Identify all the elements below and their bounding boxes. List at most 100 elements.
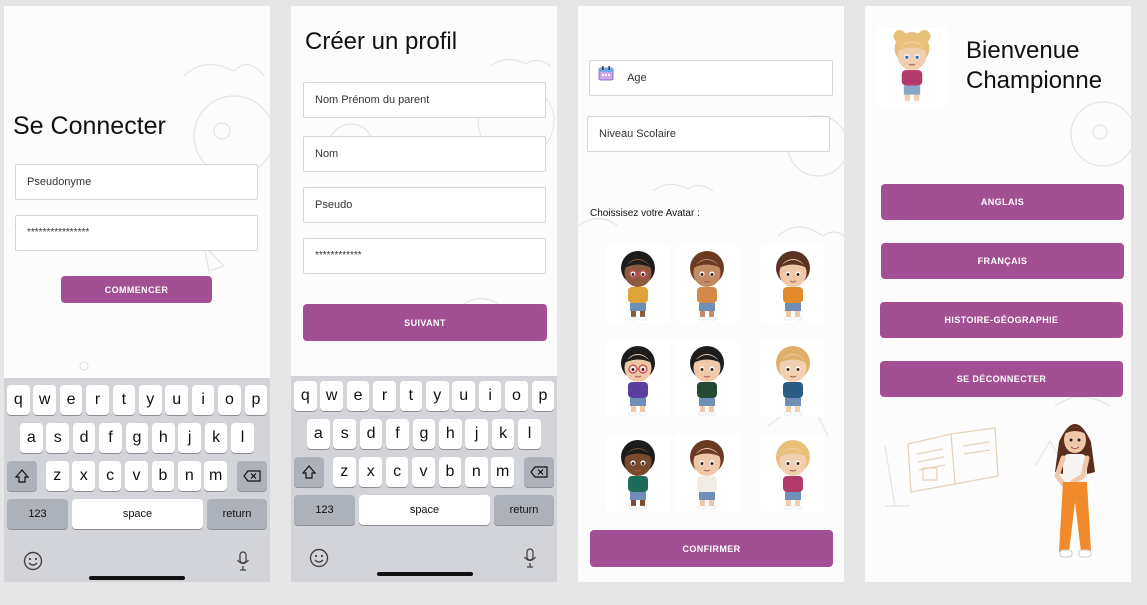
key-p[interactable]: p: [531, 381, 555, 411]
key-i[interactable]: i: [478, 381, 502, 411]
key-r[interactable]: r: [86, 385, 109, 415]
backspace-key[interactable]: [524, 457, 554, 487]
key-s[interactable]: s: [333, 419, 356, 449]
key-q[interactable]: q: [7, 385, 30, 415]
key-v[interactable]: v: [125, 461, 148, 491]
key-h[interactable]: h: [152, 423, 175, 453]
numbers-key[interactable]: 123: [294, 495, 355, 525]
key-i[interactable]: i: [191, 385, 215, 415]
password-field[interactable]: ************: [303, 238, 546, 274]
subject-button-histoire-geographie[interactable]: HISTOIRE-GÉOGRAPHIE: [880, 302, 1123, 338]
avatar-selection-screen: Age Niveau Scolaire Choissisez votre Ava…: [578, 6, 844, 582]
key-h[interactable]: h: [439, 419, 462, 449]
return-key[interactable]: return: [207, 499, 267, 529]
pseudo-input[interactable]: Pseudonyme: [15, 164, 258, 200]
key-j[interactable]: j: [465, 419, 488, 449]
name-input[interactable]: Nom: [303, 136, 546, 172]
key-y[interactable]: y: [426, 381, 449, 411]
next-button[interactable]: SUIVANT: [303, 304, 547, 341]
choose-avatar-label: Choissisez votre Avatar :: [590, 208, 700, 219]
logout-button[interactable]: SE DÉCONNECTER: [880, 361, 1123, 397]
avatar-option[interactable]: [675, 341, 739, 417]
avatar-option[interactable]: [761, 341, 825, 417]
avatar-option[interactable]: [606, 435, 670, 511]
key-l[interactable]: l: [231, 423, 254, 453]
key-f[interactable]: f: [386, 419, 409, 449]
key-g[interactable]: g: [125, 423, 149, 453]
key-f[interactable]: f: [99, 423, 122, 453]
key-k[interactable]: k: [204, 423, 228, 453]
backspace-key[interactable]: [237, 461, 267, 491]
key-e[interactable]: e: [59, 385, 83, 415]
avatar-option[interactable]: [761, 246, 825, 322]
key-a[interactable]: a: [307, 419, 330, 449]
key-j[interactable]: j: [178, 423, 201, 453]
key-o[interactable]: o: [505, 381, 528, 411]
subject-button-anglais[interactable]: ANGLAIS: [881, 184, 1124, 220]
key-p[interactable]: p: [244, 385, 268, 415]
key-z[interactable]: z: [333, 457, 356, 487]
emoji-icon[interactable]: [22, 550, 44, 572]
key-k[interactable]: k: [491, 419, 515, 449]
page-title: Se Connecter: [13, 112, 166, 140]
key-e[interactable]: e: [346, 381, 370, 411]
key-t[interactable]: t: [399, 381, 423, 411]
key-n[interactable]: n: [178, 461, 201, 491]
key-b[interactable]: b: [438, 457, 462, 487]
age-input[interactable]: Age: [589, 60, 833, 96]
key-d[interactable]: d: [359, 419, 383, 449]
subject-button-francais[interactable]: FRANÇAIS: [881, 243, 1124, 279]
key-v[interactable]: v: [412, 457, 435, 487]
key-m[interactable]: m: [204, 461, 227, 491]
key-c[interactable]: c: [385, 457, 409, 487]
school-level-input[interactable]: Niveau Scolaire: [587, 116, 830, 152]
key-o[interactable]: o: [218, 385, 241, 415]
key-n[interactable]: n: [465, 457, 488, 487]
key-l[interactable]: l: [518, 419, 541, 449]
microphone-icon[interactable]: [232, 550, 254, 572]
pseudo-input[interactable]: Pseudo: [303, 187, 546, 223]
start-button[interactable]: COMMENCER: [61, 276, 212, 303]
user-avatar: [877, 28, 947, 106]
mascot-girl-illustration: [1054, 424, 1095, 558]
key-q[interactable]: q: [294, 381, 317, 411]
parent-name-input[interactable]: Nom Prénom du parent: [303, 82, 546, 118]
login-screen: Se Connecter Pseudonyme ****************…: [4, 6, 270, 582]
password-field[interactable]: ****************: [15, 215, 258, 251]
shift-key[interactable]: [294, 457, 324, 487]
key-s[interactable]: s: [46, 423, 69, 453]
key-m[interactable]: m: [491, 457, 514, 487]
keyboard-row-2: asdfghjkl: [4, 423, 270, 453]
key-w[interactable]: w: [320, 381, 343, 411]
key-t[interactable]: t: [112, 385, 136, 415]
keyboard: qwertyuiop asdfghjkl zxcvbnm 123 space r…: [4, 378, 270, 582]
key-x[interactable]: x: [359, 457, 382, 487]
key-c[interactable]: c: [98, 461, 122, 491]
avatar-option[interactable]: [675, 246, 739, 322]
keyboard-row-2: asdfghjkl: [291, 419, 557, 449]
key-u[interactable]: u: [165, 385, 188, 415]
key-b[interactable]: b: [151, 461, 175, 491]
return-key[interactable]: return: [494, 495, 554, 525]
confirm-button[interactable]: CONFIRMER: [590, 530, 833, 567]
key-d[interactable]: d: [72, 423, 96, 453]
avatar-option[interactable]: [606, 341, 670, 417]
emoji-icon[interactable]: [308, 547, 330, 569]
key-y[interactable]: y: [139, 385, 162, 415]
key-g[interactable]: g: [412, 419, 436, 449]
key-a[interactable]: a: [20, 423, 43, 453]
space-key[interactable]: space: [359, 495, 490, 525]
key-r[interactable]: r: [373, 381, 396, 411]
space-key[interactable]: space: [72, 499, 203, 529]
key-u[interactable]: u: [452, 381, 475, 411]
avatar-option[interactable]: [606, 246, 670, 322]
shift-key[interactable]: [7, 461, 37, 491]
microphone-icon[interactable]: [519, 547, 541, 569]
key-w[interactable]: w: [33, 385, 56, 415]
welcome-line-2: Championne: [966, 67, 1103, 94]
avatar-option[interactable]: [675, 435, 739, 511]
avatar-option[interactable]: [761, 435, 825, 511]
key-z[interactable]: z: [46, 461, 69, 491]
key-x[interactable]: x: [72, 461, 95, 491]
numbers-key[interactable]: 123: [7, 499, 68, 529]
